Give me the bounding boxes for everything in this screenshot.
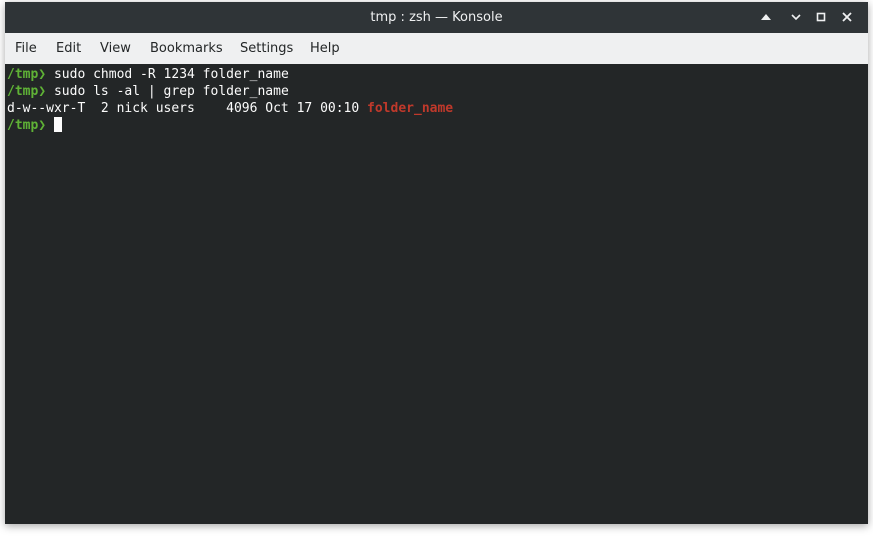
close-icon[interactable] (839, 9, 855, 25)
menu-bookmarks[interactable]: Bookmarks (150, 41, 223, 56)
command-text: sudo chmod -R 1234 folder_name (46, 67, 289, 82)
shell-prompt: /tmp❯ (7, 67, 47, 82)
menu-help[interactable]: Help (310, 41, 340, 56)
window-title: tmp : zsh — Konsole (370, 10, 503, 25)
maximize-icon[interactable] (813, 9, 829, 25)
chevron-up-icon[interactable] (758, 9, 774, 25)
menu-bar: File Edit View Bookmarks Settings Help (5, 33, 868, 64)
terminal-line: /tmp❯ sudo ls -al | grep folder_name (7, 83, 289, 100)
terminal-line: d-w--wxr-T 2 nick users 4096 Oct 17 00:1… (7, 100, 453, 117)
command-output: d-w--wxr-T 2 nick users 4096 Oct 17 00:1… (7, 101, 368, 116)
command-text: sudo ls -al | grep folder_name (46, 84, 289, 99)
menu-settings[interactable]: Settings (240, 41, 293, 56)
directory-name: folder_name (367, 101, 454, 116)
menu-view[interactable]: View (100, 41, 131, 56)
title-bar[interactable]: tmp : zsh — Konsole (5, 2, 868, 33)
menu-edit[interactable]: Edit (56, 41, 81, 56)
command-text (46, 118, 54, 133)
terminal-area[interactable]: /tmp❯ sudo chmod -R 1234 folder_name /tm… (5, 64, 868, 524)
text-cursor (53, 117, 62, 132)
konsole-window: tmp : zsh — Konsole File Edit View Bookm… (5, 2, 868, 524)
shell-prompt: /tmp❯ (7, 118, 47, 133)
terminal-line: /tmp❯ (7, 117, 62, 134)
shell-prompt: /tmp❯ (7, 84, 47, 99)
minimize-icon[interactable] (788, 9, 804, 25)
menu-file[interactable]: File (15, 41, 37, 56)
terminal-line: /tmp❯ sudo chmod -R 1234 folder_name (7, 66, 289, 83)
